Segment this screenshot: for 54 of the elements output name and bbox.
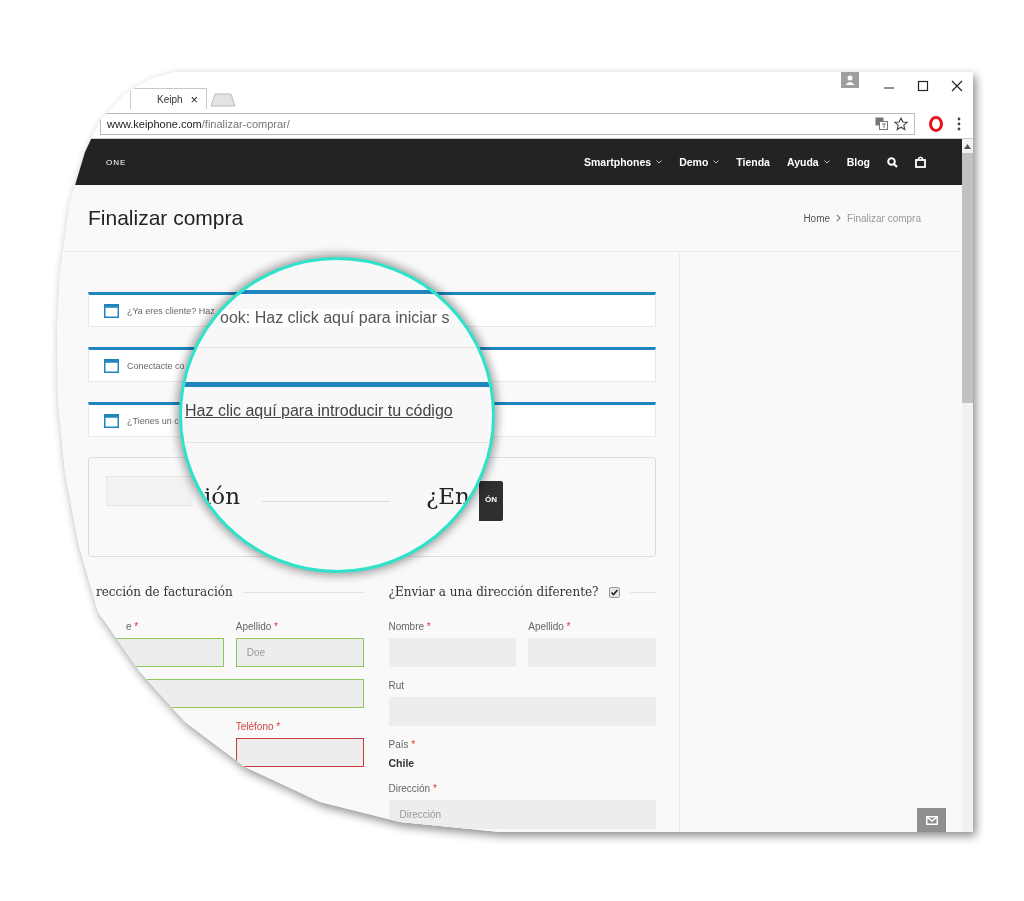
opera-icon[interactable] [929,115,943,132]
close-icon[interactable] [951,80,963,92]
page-title: Finalizar compra [88,206,244,230]
field-label: Teléfono * [235,720,282,734]
section-heading: ión [204,483,241,509]
browser-tab[interactable]: Keiph × [130,88,208,109]
nav-link[interactable]: Tienda [736,156,770,168]
field-label: País * [388,738,417,752]
translate-icon[interactable] [875,117,888,130]
caret-icon [656,160,663,164]
field-label: Dirección * [388,782,438,796]
field-label: e * [125,620,140,634]
user-icon[interactable] [841,72,859,88]
nav-link[interactable]: Smartphones [584,156,663,168]
notice-text: ¿Tienes un c [127,415,179,426]
scroll-up-icon[interactable] [964,144,971,149]
search-icon[interactable] [887,156,898,168]
notice-text: ¿Ya eres cliente? Haz [127,305,215,316]
maximize-icon[interactable] [917,80,929,92]
caret-icon [823,160,830,164]
notice-text: ook: Haz click aquí para iniciar s [220,309,450,327]
window-icon [104,413,119,428]
close-tab-button[interactable]: × [190,91,199,107]
field-label: Apellido * [235,620,279,634]
star-icon[interactable] [894,116,908,131]
caret-icon [713,160,720,164]
input-field[interactable] [235,738,364,767]
breadcrumb-link[interactable]: Home [803,212,831,224]
country-value: Chile [388,756,416,770]
scrollbar[interactable] [962,139,973,832]
window-icon [104,358,119,373]
input-field[interactable]: Doe [235,638,364,667]
window-icon [104,303,119,318]
nav-link[interactable]: Ayuda [786,156,830,168]
coupon-field[interactable] [106,476,193,506]
section-heading: rección de facturación [96,585,233,599]
nav-link[interactable]: Blog [846,156,870,168]
coupon-link[interactable]: Haz clic aquí para introducir tu código [185,402,453,420]
shopping-bag-icon[interactable] [915,156,926,168]
chevron-icon [836,214,842,222]
checkbox[interactable] [608,586,620,598]
section-heading: ¿Enviar a una dirección diferente? [388,585,599,599]
section-heading: ¿En [426,483,470,509]
field-label: Apellido * [528,620,572,634]
notice-text: Conectacte co [127,360,185,371]
field-label: Rut [388,679,406,693]
site-logo[interactable]: ONE [100,157,127,167]
mail-icon [925,815,938,825]
contact-button[interactable] [917,808,946,832]
apply-coupon-button[interactable]: ÓN [479,481,503,521]
nav-link[interactable]: Demo [679,156,720,168]
menu-icon[interactable] [957,116,961,131]
address-bar[interactable]: www.keiphone.com/finalizar-comprar/ [100,112,915,135]
field-label: Nombre * [388,620,432,634]
